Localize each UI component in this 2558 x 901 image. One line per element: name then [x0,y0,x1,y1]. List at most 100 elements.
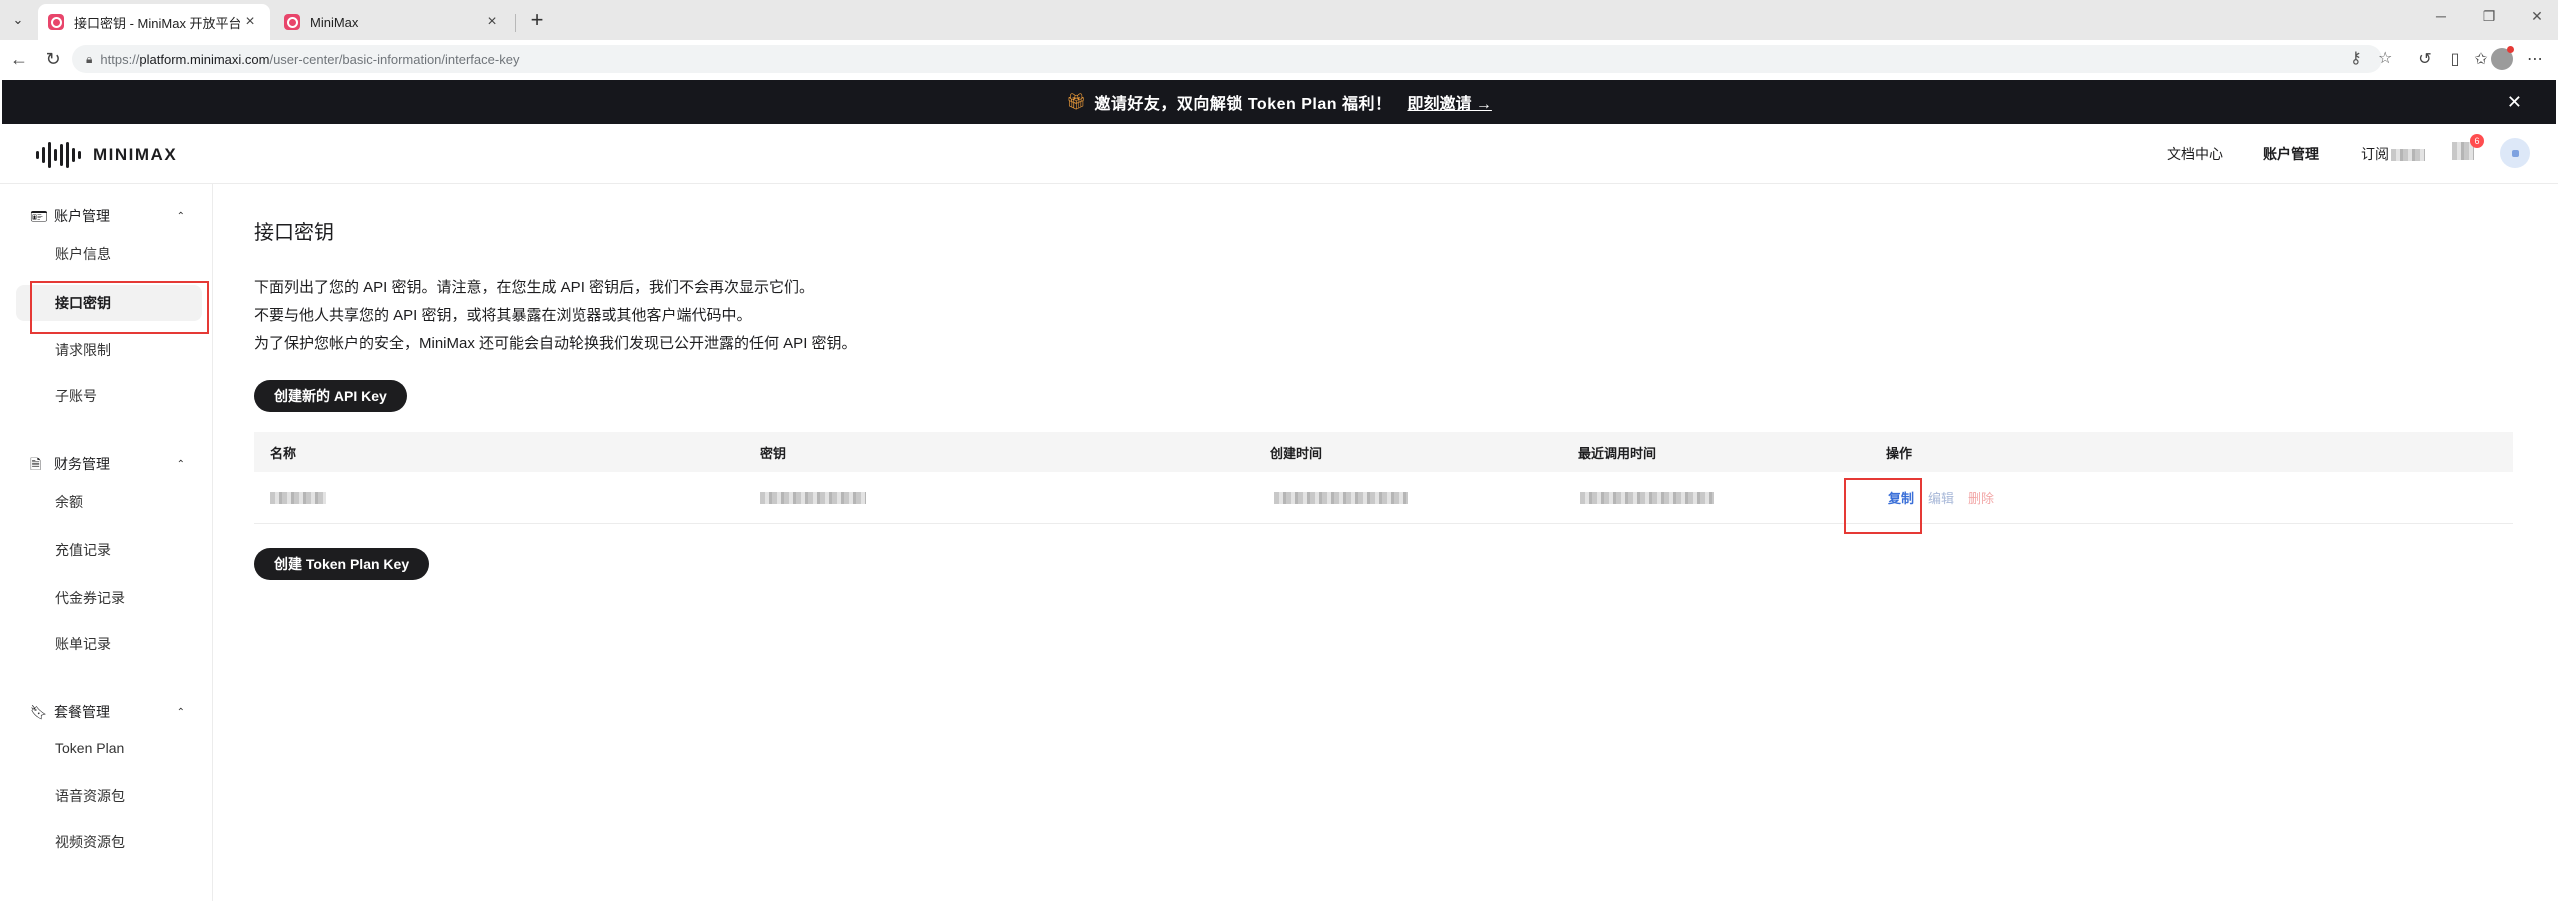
restore-icon[interactable]: ❐ [2474,8,2504,25]
browser-essentials-icon[interactable]: ↺ [2414,49,2436,69]
sidebar-item-video-packs[interactable]: 视频资源包 [16,824,202,860]
sidebar: 🪪︎ 账户管理 ⌃ 账户信息 接口密钥 请求限制 子账号 🗎︎ 财务管理 ⌃ 余… [0,184,213,901]
sidebar-item-recharge[interactable]: 充值记录 [16,532,202,568]
nav-subscribe[interactable]: 订阅 [2361,144,2425,164]
nav-subscribe-label: 订阅 [2361,146,2389,162]
arrow-left-icon: ← [10,48,28,69]
tab-list-button[interactable]: ⌄ [6,8,30,32]
chevron-down-icon: ⌄ [12,12,24,27]
sidebar-item-balance[interactable]: 余额 [16,484,202,520]
address-bar[interactable]: 🔒︎ https://platform.minimaxi.com/user-ce… [72,45,2382,73]
promo-banner: 🎁︎ 邀请好友，双向解锁 Token Plan 福利！ 即刻邀请 → ✕ [2,80,2556,124]
description-line: 不要与他人共享您的 API 密钥，或将其暴露在浏览器或其他客户端代码中。 [254,307,752,324]
waveform-logo-icon [36,142,81,168]
user-avatar[interactable] [2500,138,2530,168]
column-header-actions: 操作 [1886,445,1913,461]
created-time-cell [1274,472,1408,523]
description-line: 为了保护您帐户的安全，MiniMax 还可能会自动轮换我们发现已公开泄露的任何 … [254,335,857,352]
delete-button[interactable]: 删除 [1968,488,1994,507]
new-tab-button[interactable]: + [522,6,552,34]
create-token-plan-key-button[interactable]: 创建 Token Plan Key [254,548,430,580]
edit-button[interactable]: 编辑 [1928,488,1954,507]
promo-text: 邀请好友，双向解锁 Token Plan 福利！ [1094,96,1392,113]
sidebar-item-voice-packs[interactable]: 语音资源包 [16,778,202,814]
reload-icon: ↻ [45,48,61,69]
sidebar-item-bills[interactable]: 账单记录 [16,626,202,662]
ledger-icon: 🗎︎ [30,456,42,472]
column-header-key: 密钥 [760,445,787,461]
reload-button[interactable]: ↻ [40,47,66,71]
tab-title: 接口密钥 - MiniMax 开放平台 [74,15,240,31]
close-icon[interactable]: × [482,13,502,31]
minimax-favicon [48,14,64,30]
minimize-icon[interactable]: ─ [2426,8,2456,24]
sidebar-group-label: 套餐管理 [54,704,110,720]
browser-chrome: ⌄ 接口密钥 - MiniMax 开放平台 × MiniMax × + ─ ❐ … [0,0,2558,78]
nav-account[interactable]: 账户管理 [2263,144,2319,164]
favorites-icon[interactable]: ✩ [2470,49,2492,69]
tab-separator [515,14,516,32]
id-card-icon: 🪪︎ [30,208,48,224]
chevron-up-icon: ⌃ [176,210,185,222]
page: 🎁︎ 邀请好友，双向解锁 Token Plan 福利！ 即刻邀请 → ✕ MIN… [0,78,2558,901]
nav-docs[interactable]: 文档中心 [2167,144,2223,164]
column-header-name: 名称 [270,445,297,461]
sidebar-group-label: 财务管理 [54,456,110,472]
url-path: /user-center/basic-information/interface… [269,51,520,67]
plus-icon: + [530,7,544,32]
sidebar-item-token-plan[interactable]: Token Plan [16,730,202,766]
page-title: 接口密钥 [254,222,334,244]
chevron-up-icon: ⌃ [176,458,185,470]
redacted-text [760,491,866,504]
site-header: MINIMAX 文档中心 账户管理 订阅 6 [0,124,2558,184]
sidebar-item-account-info[interactable]: 账户信息 [16,236,202,272]
description-line: 下面列出了您的 API 密钥。请注意，在您生成 API 密钥后，我们不会再次显示… [254,279,815,296]
column-header-created: 创建时间 [1270,445,1323,461]
notification-dot [2507,46,2514,53]
lock-icon: 🔒︎ [86,51,93,66]
table-row: 复制 编辑 删除 [254,472,2513,524]
redacted-text [2391,149,2425,162]
key-value-cell [760,472,866,523]
sidebar-item-sub-accounts[interactable]: 子账号 [16,378,202,414]
more-menu-icon[interactable]: ⋯ [2524,49,2546,69]
main-content: 接口密钥 下面列出了您的 API 密钥。请注意，在您生成 API 密钥后，我们不… [254,184,2514,901]
url-host: platform.minimaxi.com [139,51,270,67]
minimax-logo[interactable]: MINIMAX [36,142,177,168]
sidebar-group-label: 账户管理 [54,208,110,224]
split-screen-icon[interactable]: ▯ [2444,49,2466,69]
gift-icon: 🎁︎ [1066,94,1087,111]
tab-title: MiniMax [310,14,359,30]
sidebar-group-account[interactable]: 🪪︎ 账户管理 ⌃ [30,206,185,226]
column-header-last-used: 最近调用时间 [1578,445,1657,461]
sidebar-group-plans[interactable]: 🔖︎ 套餐管理 ⌃ [30,702,185,722]
chevron-up-icon: ⌃ [176,706,185,718]
key-icon[interactable]: ⚷ [2350,48,2362,68]
sidebar-item-vouchers[interactable]: 代金券记录 [16,580,202,616]
logo-text: MINIMAX [93,145,178,164]
tab-strip: ⌄ 接口密钥 - MiniMax 开放平台 × MiniMax × + ─ ❐ … [0,0,2558,40]
favorite-star-icon[interactable]: ☆ [2378,48,2392,68]
browser-tab[interactable]: MiniMax × [274,4,512,40]
redacted-text [270,491,326,504]
browser-tab-active[interactable]: 接口密钥 - MiniMax 开放平台 × [38,4,270,40]
create-api-key-button[interactable]: 创建新的 API Key [254,380,407,412]
window-close-icon[interactable]: ✕ [2522,8,2552,25]
api-key-table: 名称 密钥 创建时间 最近调用时间 操作 复制 编辑 删除 [254,432,2513,524]
back-button[interactable]: ← [6,47,32,71]
actions-cell: 复制 编辑 删除 [1888,472,2008,523]
notification-badge: 6 [2470,134,2484,148]
minimax-favicon [284,14,300,30]
sidebar-group-finance[interactable]: 🗎︎ 财务管理 ⌃ [30,454,185,474]
copy-button[interactable]: 复制 [1888,488,1914,507]
sidebar-item-api-keys[interactable]: 接口密钥 [16,285,202,321]
sidebar-item-rate-limits[interactable]: 请求限制 [16,332,202,368]
close-icon[interactable]: × [240,13,260,31]
invite-link[interactable]: 即刻邀请 → [1407,90,1491,114]
redacted-text [1580,491,1714,504]
browser-toolbar: ← ↻ 🔒︎ https://platform.minimaxi.com/use… [0,40,2558,78]
close-icon[interactable]: ✕ [2507,92,2522,113]
last-used-cell [1580,472,1714,523]
url-protocol: https:// [100,51,140,67]
description: 下面列出了您的 API 密钥。请注意，在您生成 API 密钥后，我们不会再次显示… [254,274,857,358]
